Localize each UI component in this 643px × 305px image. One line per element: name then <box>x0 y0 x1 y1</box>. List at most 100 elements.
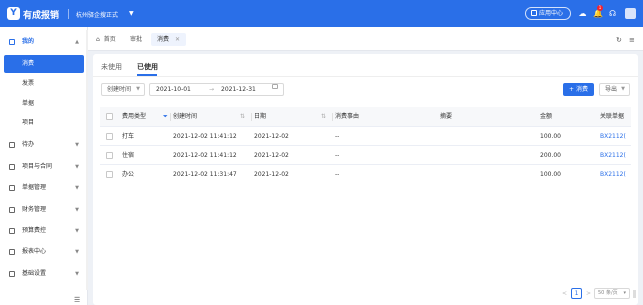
headset-icon[interactable]: ☊ <box>608 9 617 18</box>
cell-reason: -- <box>335 133 340 140</box>
sidebar-item-label: 财务管理 <box>22 206 47 213</box>
tab-label: 消费 <box>157 36 170 43</box>
page-size-value: 50 条/页 <box>598 290 618 296</box>
tab-home[interactable]: ⌂ 首页 <box>96 33 116 46</box>
sidebar-item-todo[interactable]: 待办 ▼ <box>0 136 87 154</box>
table-header: 费用类型 ⏷ 创建时间 ⇅ 日期 ⇅ 消费事由 摘要 金额 关联单据 <box>100 107 631 127</box>
subtab-used[interactable]: 已使用 <box>137 62 158 72</box>
finance-icon <box>9 207 15 213</box>
panel-scrollbar[interactable] <box>633 290 636 298</box>
select-value: 创建时间 <box>107 86 132 93</box>
cell-linked-document[interactable]: BX2112( <box>600 165 626 183</box>
brand-name: 有成报销 <box>23 11 60 21</box>
sidebar-item-consumption[interactable]: 消费 <box>4 55 84 73</box>
export-button[interactable]: 导出 ▼ <box>599 83 630 96</box>
home-icon: ⌂ <box>96 36 100 43</box>
filter-icon[interactable]: ⏷ <box>163 107 168 127</box>
sidebar-item-invoice[interactable]: 发票 <box>0 75 87 93</box>
sidebar-item-projects-contracts[interactable]: 项目与合同 ▼ <box>0 158 87 176</box>
arrow-right-icon: → <box>209 86 215 93</box>
page-number-button[interactable]: 1 <box>571 288 582 299</box>
column-header-linked: 关联单据 <box>600 113 625 120</box>
collapse-sidebar-icon[interactable]: ☰ <box>74 296 80 304</box>
document-icon <box>9 185 15 191</box>
main-panel: 未使用 已使用 创建时间 ▼ 2021-10-01 → 2021-12-31 +… <box>93 54 638 305</box>
cell-amount: 100.00 <box>540 171 561 178</box>
export-label: 导出 <box>605 86 618 93</box>
company-switcher[interactable]: 杭州驿企搜正式 <box>76 10 118 19</box>
brand-logo: Y <box>7 7 20 20</box>
calendar-icon <box>272 84 278 89</box>
sidebar-item-label: 报表中心 <box>22 248 47 255</box>
table-row[interactable]: 办公 2021-12-02 11:31:47 2021-12-02 -- 100… <box>100 165 631 183</box>
cell-linked-document[interactable]: BX2112( <box>600 146 626 165</box>
gear-icon <box>9 271 15 277</box>
chevron-down-icon: ▼ <box>75 185 79 191</box>
cell-date: 2021-12-02 <box>254 152 289 159</box>
column-header-date: 日期 <box>254 113 267 120</box>
consumption-table: 费用类型 ⏷ 创建时间 ⇅ 日期 ⇅ 消费事由 摘要 金额 关联单据 打车 20… <box>100 107 631 183</box>
cell-date: 2021-12-02 <box>254 133 289 140</box>
tab-consumption[interactable]: 消费 ✕ <box>151 33 187 46</box>
cell-created: 2021-12-02 11:31:47 <box>173 171 237 178</box>
cell-amount: 100.00 <box>540 133 561 140</box>
column-label: 费用类型 <box>122 113 147 120</box>
sort-icon[interactable]: ⇅ <box>321 107 326 127</box>
date-end[interactable]: 2021-12-31 <box>221 84 256 95</box>
cell-date: 2021-12-02 <box>254 171 289 178</box>
date-start[interactable]: 2021-10-01 <box>156 84 191 95</box>
app-center-button[interactable]: 应用中心 <box>525 7 571 20</box>
chevron-down-icon: ▼ <box>75 164 79 170</box>
sidebar-item-document-management[interactable]: 单据管理 ▼ <box>0 179 87 197</box>
chevron-down-icon: ▼ <box>75 207 79 213</box>
sidebar-item-label: 待办 <box>22 141 35 148</box>
column-header-created: 创建时间 <box>173 113 198 120</box>
select-all-checkbox[interactable] <box>106 113 113 120</box>
sidebar-item-projects[interactable]: 项目 <box>0 114 87 132</box>
sidebar-item-finance[interactable]: 财务管理 ▼ <box>0 201 87 219</box>
refresh-icon[interactable]: ↻ <box>616 36 622 44</box>
notification-badge: 1 <box>597 5 603 11</box>
sidebar-item-reports[interactable]: 报表中心 ▼ <box>0 243 87 261</box>
subtab-divider <box>93 76 638 77</box>
row-checkbox[interactable] <box>106 171 113 178</box>
column-header-summary: 摘要 <box>440 113 453 120</box>
column-divider <box>332 113 333 121</box>
sidebar-item-budget[interactable]: 预算费控 ▼ <box>0 222 87 240</box>
chevron-down-icon: ▼ <box>621 86 625 92</box>
chevron-down-icon: ▼ <box>75 271 79 277</box>
sidebar-item-documents[interactable]: 单据 <box>0 95 87 113</box>
close-icon[interactable]: ✕ <box>175 36 180 43</box>
chevron-down-icon: ▼ <box>75 142 79 148</box>
created-time-select[interactable]: 创建时间 ▼ <box>101 83 145 96</box>
chevron-down-icon: ▼ <box>136 86 140 92</box>
table-row[interactable]: 住宿 2021-12-02 11:41:12 2021-12-02 -- 200… <box>100 146 631 165</box>
cell-amount: 200.00 <box>540 152 561 159</box>
chevron-up-icon: ▲ <box>75 39 79 45</box>
subtab-unused[interactable]: 未使用 <box>101 62 122 72</box>
row-checkbox[interactable] <box>106 133 113 140</box>
company-caret-icon[interactable]: ▼ <box>129 10 134 17</box>
tab-approval[interactable]: 审批 <box>130 33 142 46</box>
sidebar: 我的 ▲ 消费 发票 单据 项目 待办 ▼ 项目与合同 ▼ 单据管理 ▼ 财务管… <box>0 27 88 305</box>
table-row[interactable]: 打车 2021-12-02 11:41:12 2021-12-02 -- 100… <box>100 127 631 146</box>
next-page-button[interactable]: > <box>586 288 591 299</box>
sidebar-item-label: 基础设置 <box>22 270 47 277</box>
column-header-amount: 金额 <box>540 113 553 120</box>
add-consumption-button[interactable]: + 消费 <box>563 83 594 96</box>
chevron-down-icon: ▼ <box>75 228 79 234</box>
menu-icon[interactable]: ≡ <box>629 36 635 44</box>
cell-linked-document[interactable]: BX2112( <box>600 127 626 146</box>
sidebar-item-settings[interactable]: 基础设置 ▼ <box>0 265 87 283</box>
page-size-select[interactable]: 50 条/页 ▾ <box>594 288 630 299</box>
avatar[interactable] <box>625 8 636 19</box>
prev-page-button[interactable]: < <box>562 288 567 299</box>
sidebar-scrollbar[interactable] <box>86 30 88 290</box>
app-grid-icon <box>531 10 537 16</box>
cell-reason: -- <box>335 171 340 178</box>
sort-icon[interactable]: ⇅ <box>240 107 245 127</box>
sidebar-group-mine[interactable]: 我的 ▲ <box>0 33 87 51</box>
cloud-icon[interactable]: ☁ <box>578 9 587 18</box>
row-checkbox[interactable] <box>106 152 113 159</box>
date-range-picker[interactable]: 2021-10-01 → 2021-12-31 <box>149 83 284 96</box>
